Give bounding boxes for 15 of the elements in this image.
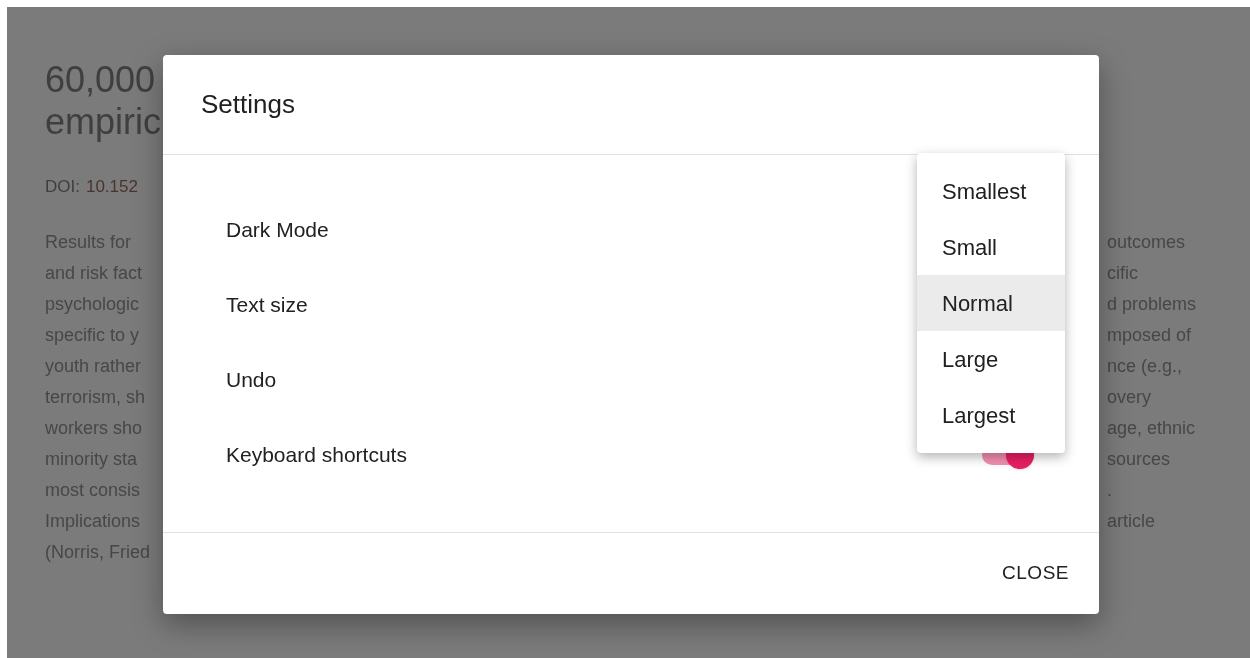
abstract-text: . bbox=[1107, 479, 1113, 502]
menu-item[interactable]: Small bbox=[917, 219, 1065, 275]
doi-label: DOI: bbox=[45, 176, 80, 198]
article-title: empiric bbox=[45, 101, 162, 143]
menu-item[interactable]: Smallest bbox=[917, 163, 1065, 219]
close-button[interactable]: CLOSE bbox=[1000, 553, 1071, 594]
setting-label: Text size bbox=[226, 291, 308, 318]
setting-label: Undo bbox=[226, 366, 277, 393]
menu-item[interactable]: Large bbox=[917, 331, 1065, 387]
article-title: 60,000 bbox=[45, 59, 157, 101]
dialog-title: Settings bbox=[201, 88, 295, 121]
setting-label: Dark Mode bbox=[226, 216, 329, 243]
menu-item[interactable]: Largest bbox=[917, 387, 1065, 443]
menu-item[interactable]: Normal bbox=[917, 275, 1065, 331]
setting-label: Keyboard shortcuts bbox=[226, 441, 407, 468]
